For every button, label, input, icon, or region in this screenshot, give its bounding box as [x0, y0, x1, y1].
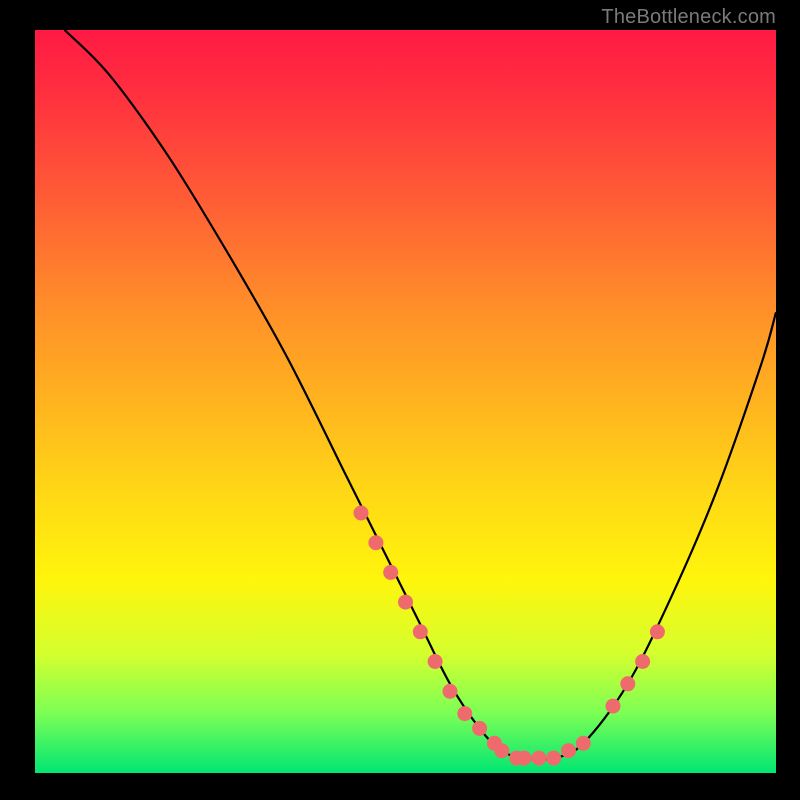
highlight-dot [635, 654, 650, 669]
highlight-dot [383, 565, 398, 580]
highlight-dot [620, 676, 635, 691]
highlight-dot [472, 721, 487, 736]
highlight-dot [546, 751, 561, 766]
highlight-dot [517, 751, 532, 766]
highlight-dot [354, 506, 369, 521]
highlight-dot [368, 535, 383, 550]
highlight-dot [457, 706, 472, 721]
highlight-dot [531, 751, 546, 766]
highlight-dot [606, 699, 621, 714]
highlight-dot [576, 736, 591, 751]
chart-overlay [0, 0, 800, 800]
highlight-dot [443, 684, 458, 699]
chart-stage: TheBottleneck.com [0, 0, 800, 800]
highlight-dot [428, 654, 443, 669]
highlight-dot [494, 743, 509, 758]
highlight-dot [398, 595, 413, 610]
highlight-dot [650, 624, 665, 639]
highlight-dots [354, 506, 665, 766]
bottleneck-curve [65, 30, 776, 760]
highlight-dot [561, 743, 576, 758]
highlight-dot [413, 624, 428, 639]
